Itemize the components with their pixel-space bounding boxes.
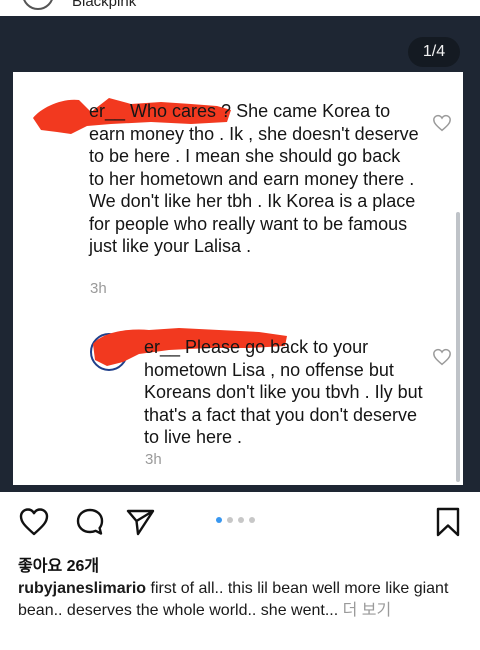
carousel-dots: [216, 517, 255, 523]
carousel-dot[interactable]: [249, 517, 255, 523]
comment-username[interactable]: er__: [89, 101, 125, 121]
likes-count[interactable]: 좋아요 26개: [18, 552, 99, 576]
comment-timestamp: 3h: [90, 280, 107, 297]
scrollbar[interactable]: [456, 212, 460, 482]
share-icon[interactable]: [124, 506, 156, 538]
caption-username[interactable]: rubyjaneslimario: [18, 580, 146, 597]
comment-body: er__ Please go back to your hometown Lis…: [144, 336, 424, 449]
carousel-dot[interactable]: [227, 517, 233, 523]
comment-username[interactable]: er__: [144, 337, 180, 357]
comment-like-heart-icon[interactable]: [432, 114, 452, 132]
comment-text: Who cares ? She came Korea to earn money…: [89, 101, 419, 256]
post-username[interactable]: Blackpink: [72, 0, 136, 10]
bookmark-icon[interactable]: [432, 506, 464, 538]
profile-avatar[interactable]: [22, 0, 54, 10]
post-action-bar: [0, 500, 480, 544]
carousel-dot[interactable]: [216, 517, 222, 523]
comment-icon[interactable]: [74, 506, 106, 538]
carousel-counter: 1/4: [408, 37, 460, 67]
comment-text: Please go back to your hometown Lisa , n…: [144, 337, 423, 447]
comment-timestamp: 3h: [145, 451, 162, 468]
post-header: Blackpink: [0, 0, 480, 16]
heart-icon[interactable]: [18, 506, 50, 538]
comment-body: er__ Who cares ? She came Korea to earn …: [89, 100, 419, 258]
more-link[interactable]: 더 보기: [338, 602, 392, 619]
post-caption: rubyjaneslimario first of all.. this lil…: [18, 578, 458, 622]
comment-like-heart-icon[interactable]: [432, 348, 452, 366]
post-photo[interactable]: 1/4 er__ Who cares ? She came Korea to e…: [0, 16, 480, 492]
carousel-dot[interactable]: [238, 517, 244, 523]
screenshot-comment-card: er__ Who cares ? She came Korea to earn …: [13, 72, 463, 485]
